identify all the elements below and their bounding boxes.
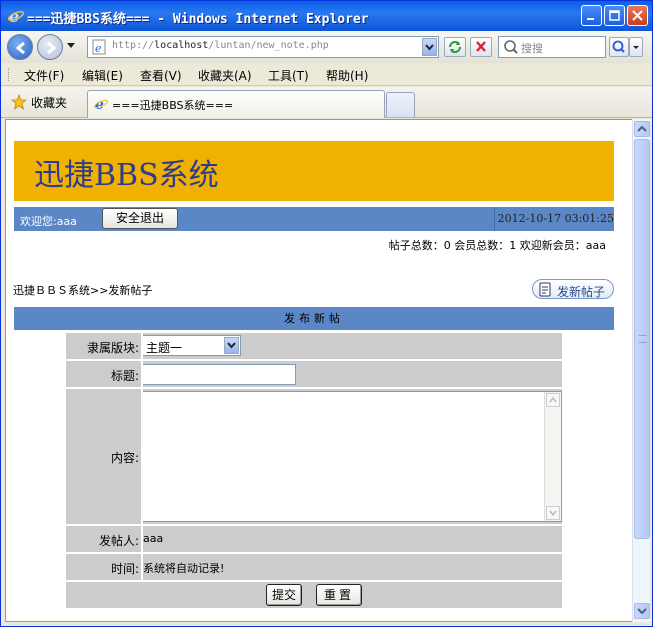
poster-value: aaa <box>143 532 164 545</box>
close-button[interactable] <box>627 5 648 26</box>
menu-file[interactable]: 文件(F) <box>24 67 64 84</box>
chevron-down-icon <box>633 46 639 49</box>
form-header: 发布新帖 <box>14 307 614 330</box>
search-box[interactable]: 搜搜 <box>498 36 606 58</box>
menu-tools[interactable]: 工具(T) <box>268 67 309 84</box>
forward-button[interactable] <box>37 34 63 60</box>
menu-help[interactable]: 帮助(H) <box>326 67 368 84</box>
welcome-text: 欢迎您:aaa <box>20 215 77 228</box>
page-scroll-down-button[interactable] <box>634 603 650 619</box>
chevron-up-icon <box>549 396 557 403</box>
refresh-icon <box>449 41 461 53</box>
chevron-down-icon <box>637 608 647 615</box>
poster-label: 发帖人: <box>98 534 139 548</box>
refresh-button[interactable] <box>444 37 466 57</box>
star-icon <box>11 94 27 110</box>
time-value: 系统将自动记录! <box>143 562 225 575</box>
search-options-button[interactable] <box>629 37 643 57</box>
logout-button[interactable]: 安全退出 <box>102 208 178 229</box>
browser-tab[interactable]: e ===迅捷BBS系统=== <box>87 90 385 118</box>
page-scroll-thumb[interactable] <box>634 139 650 539</box>
address-dropdown-button[interactable] <box>422 38 437 56</box>
stop-icon <box>476 41 486 52</box>
ie-logo-icon: e <box>7 7 25 25</box>
arrow-right-icon <box>47 41 57 55</box>
content-textarea[interactable] <box>141 391 562 522</box>
document-icon <box>539 282 551 297</box>
menu-favorites[interactable]: 收藏夹(A) <box>198 67 252 84</box>
welcome-bar: 欢迎您:aaa 安全退出 2012-10-17 03:01:25 <box>14 207 614 231</box>
thumb-grip <box>639 335 647 343</box>
chevron-down-icon <box>549 510 557 517</box>
breadcrumb: 迅捷ＢＢＳ系统>>发新帖子 <box>13 284 153 297</box>
close-icon <box>632 10 643 21</box>
board-select[interactable]: 主题一 <box>141 335 241 356</box>
svg-text:e: e <box>95 42 102 55</box>
maximize-icon <box>609 10 620 21</box>
new-tab-button[interactable] <box>386 92 415 117</box>
content-cell <box>141 389 562 524</box>
minimize-button[interactable] <box>581 5 602 26</box>
title-input[interactable] <box>141 364 296 385</box>
divider <box>494 207 495 231</box>
address-bar[interactable]: e http://localhost/luntan/new_note.php <box>87 36 439 58</box>
content-label: 内容: <box>110 451 139 465</box>
actions-row: 提交 重置 <box>66 582 562 608</box>
recent-pages-dropdown[interactable] <box>67 43 75 48</box>
forum-stats: 帖子总数：0 会员总数：1 欢迎新会员：aaa <box>388 239 606 252</box>
scroll-down-button[interactable] <box>546 506 560 520</box>
page-scrollbar[interactable] <box>632 119 650 622</box>
arrow-left-icon <box>15 41 25 55</box>
back-button[interactable] <box>7 34 33 60</box>
window-title: ===迅捷BBS系统=== - Windows Internet Explore… <box>27 12 369 27</box>
time-cell: 系统将自动记录! <box>141 554 562 580</box>
time-label: 时间: <box>110 562 139 576</box>
submit-button[interactable]: 提交 <box>266 584 302 606</box>
chevron-down-icon <box>227 342 236 349</box>
new-post-label: 发新帖子 <box>557 285 606 299</box>
search-engine-icon <box>504 40 518 54</box>
board-label: 隶属版块: <box>86 341 139 355</box>
toolbar-grip <box>8 68 10 81</box>
column-divider <box>141 333 143 582</box>
title-label: 标题: <box>110 369 139 383</box>
ie-page-icon: e <box>92 39 106 55</box>
search-placeholder: 搜搜 <box>521 42 543 55</box>
navigation-bar: e http://localhost/luntan/new_note.php 搜… <box>1 31 652 63</box>
board-dropdown-button[interactable] <box>224 337 239 354</box>
favorites-bar: 收藏夹 e ===迅捷BBS系统=== <box>1 87 652 118</box>
magnifier-icon <box>612 40 625 53</box>
minimize-icon <box>587 18 594 20</box>
tab-title: ===迅捷BBS系统=== <box>112 99 234 112</box>
page-scroll-up-button[interactable] <box>634 121 650 137</box>
stop-button[interactable] <box>470 37 492 57</box>
svg-text:e: e <box>95 97 104 112</box>
board-selected-value: 主题一 <box>146 341 183 355</box>
ie-tab-icon: e <box>94 97 108 112</box>
title-bar: e ===迅捷BBS系统=== - Windows Internet Explo… <box>1 1 652 31</box>
site-banner: 迅捷BBS系统 <box>14 141 614 201</box>
title-cell <box>141 361 562 387</box>
menu-edit[interactable]: 编辑(E) <box>82 67 123 84</box>
address-url: http://localhost/luntan/new_note.php <box>112 40 329 51</box>
maximize-button[interactable] <box>604 5 625 26</box>
textarea-scrollbar[interactable] <box>544 392 561 521</box>
favorites-button[interactable]: 收藏夹 <box>31 94 67 111</box>
chevron-down-icon <box>425 44 434 51</box>
new-post-button[interactable]: 发新帖子 <box>532 279 614 299</box>
menu-bar: 文件(F) 编辑(E) 查看(V) 收藏夹(A) 工具(T) 帮助(H) <box>1 63 652 86</box>
menu-view[interactable]: 查看(V) <box>140 67 182 84</box>
search-button[interactable] <box>609 37 629 57</box>
poster-cell: aaa <box>141 526 562 552</box>
chevron-up-icon <box>637 125 647 132</box>
reset-button[interactable]: 重置 <box>316 584 362 606</box>
board-cell: 主题一 <box>141 333 562 359</box>
page-viewport: 迅捷BBS系统 欢迎您:aaa 安全退出 2012-10-17 03:01:25… <box>5 119 632 622</box>
browser-window: e ===迅捷BBS系统=== - Windows Internet Explo… <box>0 0 653 627</box>
scroll-up-button[interactable] <box>546 393 560 407</box>
current-datetime: 2012-10-17 03:01:25 <box>497 212 614 225</box>
site-title: 迅捷BBS系统 <box>34 158 219 193</box>
